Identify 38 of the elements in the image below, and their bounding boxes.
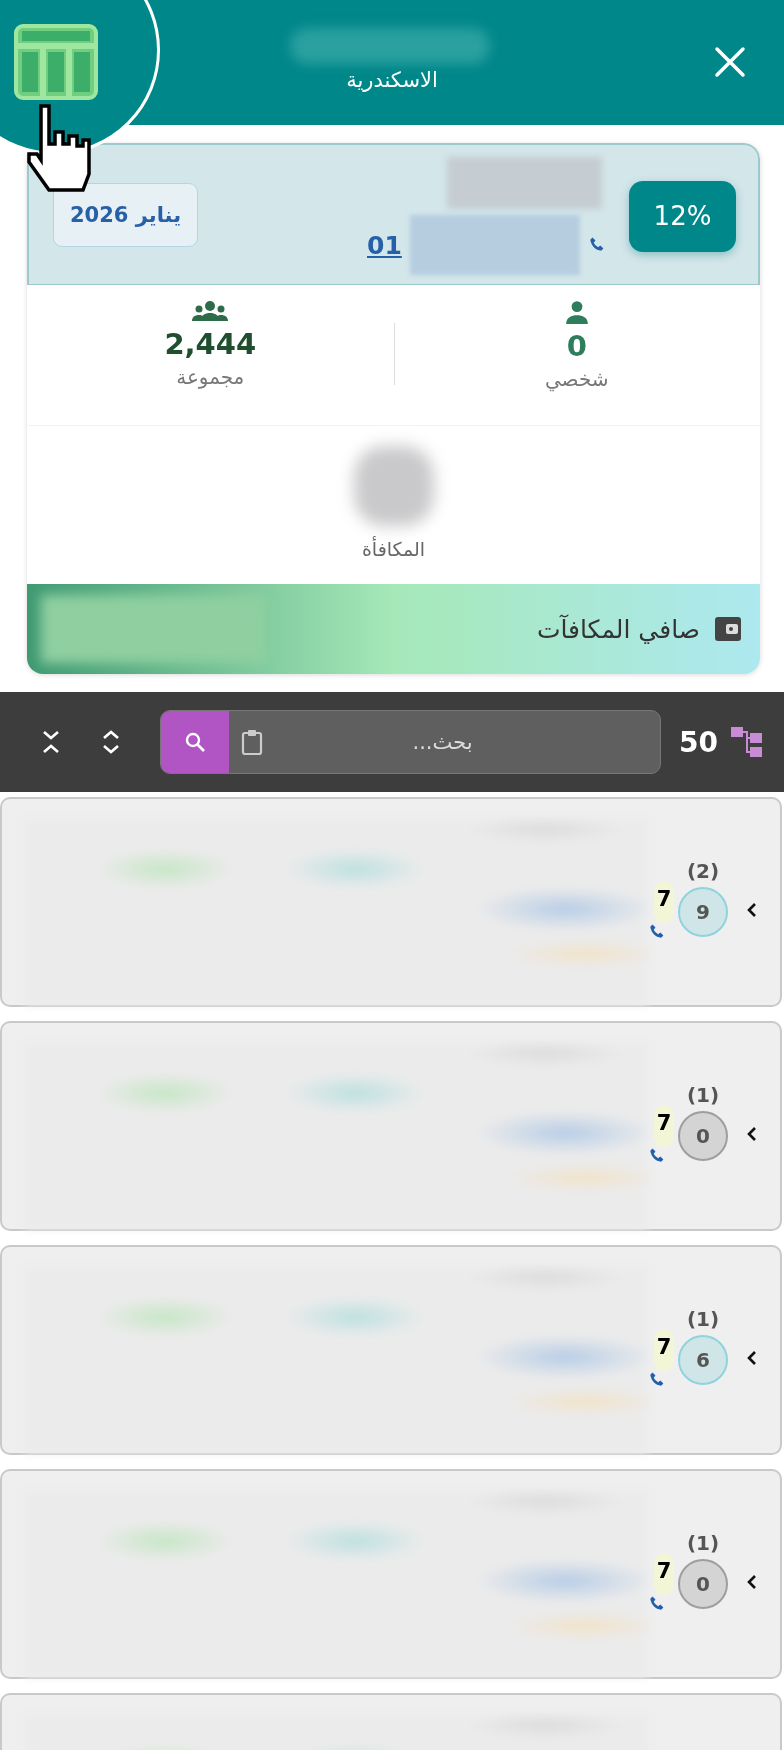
- call-count: 7: [654, 1553, 674, 1595]
- count-badge: 9: [678, 887, 728, 937]
- phone-number[interactable]: 01: [367, 230, 402, 260]
- count-badge: 6: [678, 1335, 728, 1385]
- search-bar[interactable]: بحث...: [160, 710, 662, 774]
- child-count: (1): [686, 1531, 720, 1557]
- list-card[interactable]: 7 (1) 6: [0, 1245, 782, 1455]
- stat-label: مجموعة: [176, 365, 245, 389]
- child-count: (1): [686, 1083, 720, 1109]
- call-count: 7: [654, 1329, 674, 1371]
- child-count: (1): [686, 1307, 720, 1333]
- count-badge: 0: [678, 1559, 728, 1609]
- call-count: 7: [654, 881, 674, 923]
- net-rewards-label: صافي المكافآت: [536, 614, 700, 644]
- reward-label: المكافأة: [361, 538, 426, 560]
- stat-value: 0: [566, 329, 587, 363]
- percent-badge: 12%: [629, 181, 736, 252]
- list-card[interactable]: 7 (1) 0: [0, 1469, 782, 1679]
- table-layout-icon: [12, 22, 100, 102]
- person-icon: [563, 299, 590, 325]
- window-title: الاسكندرية: [345, 68, 439, 92]
- list-card[interactable]: 7 (1) 0: [0, 1021, 782, 1231]
- search-button[interactable]: [161, 711, 229, 773]
- group-icon: [192, 299, 229, 323]
- clipboard-icon[interactable]: [241, 728, 263, 756]
- list-card[interactable]: 7 (2) 9: [0, 797, 782, 1007]
- hierarchy-icon[interactable]: [730, 725, 764, 759]
- child-count: (2): [686, 859, 720, 885]
- search-field[interactable]: بحث...: [263, 729, 661, 755]
- call-count: 7: [654, 1105, 674, 1147]
- stat-value: 2,444: [164, 327, 257, 361]
- search-icon: [184, 731, 206, 753]
- close-button[interactable]: [712, 44, 748, 80]
- wallet-icon: [714, 616, 742, 642]
- stat-label: شخصي: [544, 367, 609, 391]
- count-label: 50: [679, 725, 718, 759]
- count-badge: 0: [678, 1111, 728, 1161]
- date-chip[interactable]: يناير 2026: [53, 183, 199, 247]
